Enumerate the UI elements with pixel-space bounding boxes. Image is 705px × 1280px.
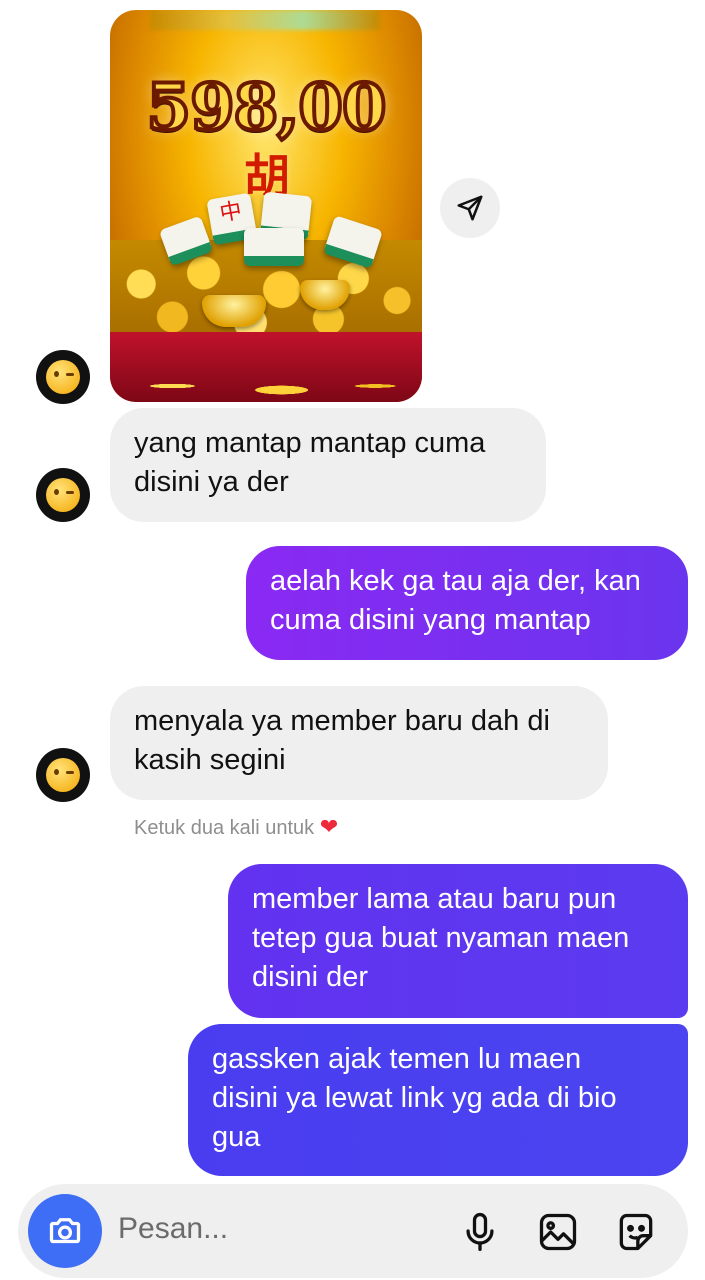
message-text: gassken ajak temen lu maen disini ya lew…: [212, 1043, 617, 1153]
winking-face-icon: [46, 360, 80, 394]
camera-icon: [49, 1218, 81, 1244]
post-amount: 598,00: [145, 68, 389, 147]
blurred-header: [150, 10, 380, 30]
message-input[interactable]: Pesan...: [118, 1212, 228, 1246]
sender-avatar[interactable]: [36, 350, 90, 404]
floor-coins: [110, 362, 422, 402]
message-bubble-outgoing[interactable]: aelah kek ga tau aja der, kan cuma disin…: [246, 546, 688, 660]
camera-button[interactable]: [28, 1194, 102, 1268]
heart-icon: ❤: [319, 814, 339, 839]
microphone-icon[interactable]: [458, 1210, 502, 1254]
gold-ingot: [202, 295, 266, 327]
winking-face-icon: [46, 478, 80, 512]
share-button[interactable]: [440, 178, 500, 238]
message-bubble-incoming[interactable]: menyala ya member baru dah di kasih segi…: [110, 686, 608, 800]
double-tap-hint: Ketuk dua kali untuk ❤: [134, 814, 338, 840]
sender-avatar[interactable]: [36, 748, 90, 802]
sender-avatar[interactable]: [36, 468, 90, 522]
message-bubble-outgoing[interactable]: member lama atau baru pun tetep gua buat…: [228, 864, 688, 1018]
gallery-icon[interactable]: [536, 1210, 580, 1254]
message-text: menyala ya member baru dah di kasih segi…: [134, 705, 550, 776]
message-text: member lama atau baru pun tetep gua buat…: [252, 883, 630, 993]
chat-screen: 598,00 胡 中 yang mantap mantap cuma disin…: [0, 0, 705, 1280]
message-composer: Pesan...: [18, 1184, 688, 1278]
send-icon: [457, 195, 483, 221]
message-bubble-outgoing[interactable]: gassken ajak temen lu maen disini ya lew…: [188, 1024, 688, 1176]
message-bubble-incoming[interactable]: yang mantap mantap cuma disini ya der: [110, 408, 546, 522]
message-text: aelah kek ga tau aja der, kan cuma disin…: [270, 565, 641, 636]
sticker-icon[interactable]: [614, 1210, 658, 1254]
shared-image-post[interactable]: 598,00 胡 中: [110, 10, 422, 402]
winking-face-icon: [46, 758, 80, 792]
mahjong-tile: [244, 228, 304, 266]
message-text: yang mantap mantap cuma disini ya der: [134, 427, 486, 498]
hint-text: Ketuk dua kali untuk: [134, 817, 315, 839]
